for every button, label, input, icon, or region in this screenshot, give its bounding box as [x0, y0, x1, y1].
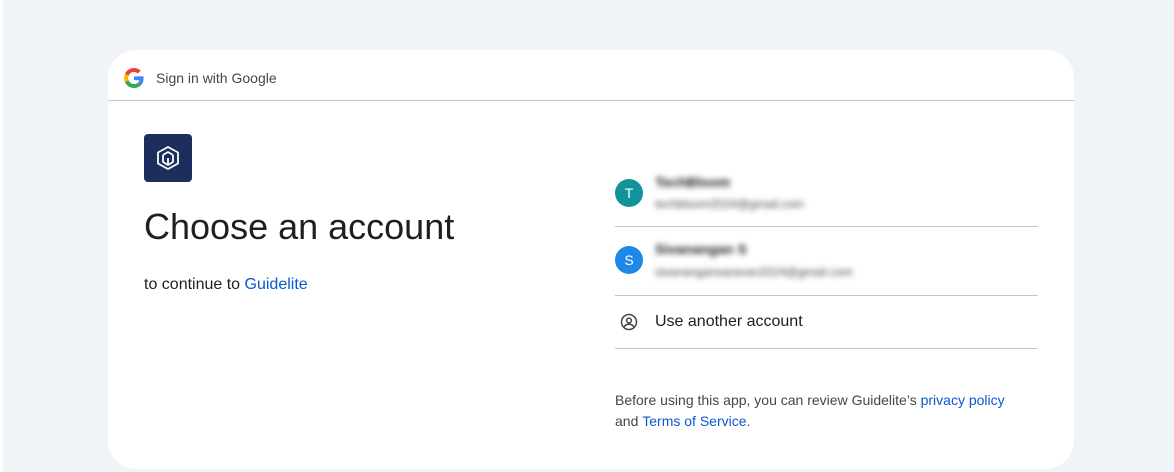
window-edge — [0, 0, 3, 472]
subtitle: to continue to Guidelite — [144, 276, 308, 294]
use-another-account-button[interactable]: Use another account — [615, 296, 1038, 349]
account-name: Sivanangan S — [655, 241, 747, 257]
app-name-link[interactable]: Guidelite — [245, 276, 308, 293]
use-another-account-label: Use another account — [655, 313, 803, 330]
card-header: Sign in with Google — [108, 50, 1074, 101]
sign-in-card: Sign in with Google Choose an account to… — [108, 50, 1074, 469]
guidelite-logo-icon — [144, 134, 192, 182]
privacy-policy-link[interactable]: privacy policy — [921, 392, 1005, 408]
google-g-icon — [124, 68, 144, 88]
subtitle-prefix: to continue to — [144, 276, 241, 293]
account-email: sivanangansaravan2024@gmail.com — [655, 265, 853, 279]
account-name: TechBloom — [655, 174, 731, 190]
account-item[interactable]: S Sivanangan S sivanangansaravan2024@gma… — [615, 227, 1038, 296]
account-item[interactable]: T TechBloom techbloom2024@gmail.com — [615, 166, 1038, 227]
account-email: techbloom2024@gmail.com — [655, 197, 804, 211]
footer-disclaimer: Before using this app, you can review Gu… — [615, 390, 1045, 432]
header-title: Sign in with Google — [156, 70, 277, 86]
page-title: Choose an account — [144, 206, 455, 247]
footer-text-before: Before using this app, you can review Gu… — [615, 392, 917, 408]
avatar: T — [615, 179, 643, 207]
terms-of-service-link[interactable]: Terms of Service — [642, 413, 746, 429]
account-circle-icon — [620, 313, 638, 331]
footer-end: . — [746, 413, 751, 429]
footer-and: and — [615, 413, 639, 429]
account-list: T TechBloom techbloom2024@gmail.com S Si… — [615, 166, 1038, 349]
avatar: S — [615, 246, 643, 274]
